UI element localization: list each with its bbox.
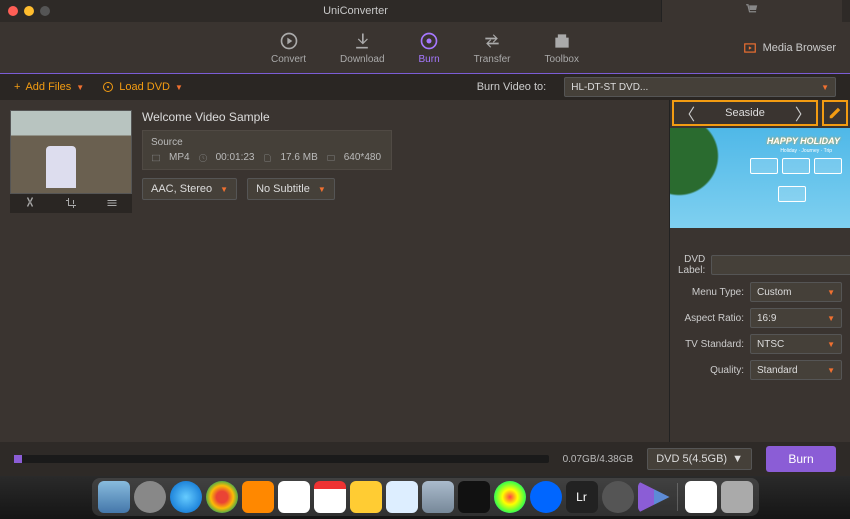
subtitle-value: No Subtitle bbox=[256, 183, 310, 195]
tab-transfer-label: Transfer bbox=[474, 54, 511, 65]
cart-icon[interactable] bbox=[745, 3, 759, 17]
burn-button[interactable]: Burn bbox=[766, 446, 836, 472]
tab-transfer[interactable]: Transfer bbox=[474, 31, 511, 65]
clip-title: Welcome Video Sample bbox=[142, 110, 659, 124]
chrome-icon[interactable] bbox=[206, 481, 238, 513]
menu-theme-name: Seaside bbox=[725, 107, 765, 119]
tab-convert[interactable]: Convert bbox=[271, 31, 306, 65]
clock-icon bbox=[198, 153, 208, 163]
tab-burn-label: Burn bbox=[419, 54, 440, 65]
minimize-icon[interactable] bbox=[24, 6, 34, 16]
disc-type-select[interactable]: DVD 5(4.5GB) ▼ bbox=[647, 448, 752, 470]
menu-type-select[interactable]: Custom▼ bbox=[750, 282, 842, 302]
aspect-ratio-select[interactable]: 16:9▼ bbox=[750, 308, 842, 328]
clip-resolution: 640*480 bbox=[344, 152, 381, 163]
tab-download-label: Download bbox=[340, 54, 384, 65]
uniconverter-icon[interactable] bbox=[638, 481, 670, 513]
dvd-label-label: DVD Label: bbox=[678, 254, 705, 276]
load-dvd-label: Load DVD bbox=[119, 81, 170, 93]
disc-usage-text: 0.07GB/4.38GB bbox=[563, 454, 634, 465]
trim-icon[interactable] bbox=[24, 197, 36, 209]
clip-format: MP4 bbox=[169, 152, 190, 163]
terminal-icon[interactable] bbox=[458, 481, 490, 513]
notes-icon[interactable] bbox=[350, 481, 382, 513]
menu-preview: HAPPY HOLIDAY Holiday · Journey · Trip bbox=[670, 128, 850, 228]
source-info: Source MP4 00:01:23 17.6 MB 640*480 bbox=[142, 130, 392, 170]
tab-toolbox-label: Toolbox bbox=[545, 54, 579, 65]
disc-type-value: DVD 5(4.5GB) bbox=[656, 453, 727, 465]
crop-icon[interactable] bbox=[65, 197, 77, 209]
maps-icon[interactable] bbox=[386, 481, 418, 513]
preview-icon[interactable] bbox=[422, 481, 454, 513]
quality-label: Quality: bbox=[678, 365, 744, 376]
tab-convert-label: Convert bbox=[271, 54, 306, 65]
clip-duration: 00:01:23 bbox=[216, 152, 255, 163]
settings-icon[interactable] bbox=[602, 481, 634, 513]
safari-icon[interactable] bbox=[170, 481, 202, 513]
audio-select[interactable]: AAC, Stereo ▼ bbox=[142, 178, 237, 200]
calculator-icon[interactable] bbox=[242, 481, 274, 513]
menu-prev-button[interactable]: 〈 bbox=[679, 101, 695, 125]
preview-title: HAPPY HOLIDAY bbox=[767, 136, 840, 146]
subtitle-select[interactable]: No Subtitle ▼ bbox=[247, 178, 335, 200]
media-browser-button[interactable]: Media Browser bbox=[743, 41, 836, 55]
tab-download[interactable]: Download bbox=[340, 31, 384, 65]
macos-dock: Lr bbox=[92, 478, 759, 516]
burn-device-value: HL-DT-ST DVD... bbox=[571, 82, 648, 93]
burn-to-label: Burn Video to: bbox=[477, 81, 547, 93]
clip-size: 17.6 MB bbox=[281, 152, 318, 163]
preview-subtitle: Holiday · Journey · Trip bbox=[780, 148, 832, 154]
calendar-icon[interactable] bbox=[314, 481, 346, 513]
aspect-ratio-label: Aspect Ratio: bbox=[678, 313, 744, 324]
zoom-icon[interactable] bbox=[40, 6, 50, 16]
launchpad-icon[interactable] bbox=[134, 481, 166, 513]
menu-type-label: Menu Type: bbox=[678, 287, 744, 298]
photos-icon[interactable] bbox=[494, 481, 526, 513]
tv-standard-label: TV Standard: bbox=[678, 339, 744, 350]
tv-standard-select[interactable]: NTSC▼ bbox=[750, 334, 842, 354]
menu-next-button[interactable]: 〉 bbox=[795, 101, 811, 125]
document-icon[interactable] bbox=[685, 481, 717, 513]
finder-icon[interactable] bbox=[98, 481, 130, 513]
clip-thumbnail[interactable] bbox=[10, 110, 132, 194]
appstore-icon[interactable] bbox=[530, 481, 562, 513]
tab-burn[interactable]: Burn bbox=[419, 31, 440, 65]
tab-toolbox[interactable]: Toolbox bbox=[545, 31, 579, 65]
quality-select[interactable]: Standard▼ bbox=[750, 360, 842, 380]
menu-edit-button[interactable] bbox=[822, 100, 848, 126]
lightroom-icon[interactable]: Lr bbox=[566, 481, 598, 513]
close-icon[interactable] bbox=[8, 6, 18, 16]
resolution-icon bbox=[326, 153, 336, 163]
disc-usage-bar bbox=[14, 455, 549, 463]
add-files-button[interactable]: + Add Files ▼ bbox=[14, 81, 84, 93]
app-title: UniConverter bbox=[50, 5, 661, 17]
add-files-label: Add Files bbox=[25, 81, 71, 93]
source-label: Source bbox=[151, 137, 383, 148]
audio-value: AAC, Stereo bbox=[151, 183, 212, 195]
media-browser-label: Media Browser bbox=[763, 42, 836, 54]
burn-device-select[interactable]: HL-DT-ST DVD... ▼ bbox=[564, 77, 836, 97]
file-icon bbox=[263, 153, 273, 163]
trash-icon[interactable] bbox=[721, 481, 753, 513]
load-dvd-button[interactable]: Load DVD ▼ bbox=[102, 81, 183, 93]
effects-icon[interactable] bbox=[106, 197, 118, 209]
textedit-icon[interactable] bbox=[278, 481, 310, 513]
format-icon bbox=[151, 153, 161, 163]
dvd-label-input[interactable] bbox=[711, 255, 850, 275]
